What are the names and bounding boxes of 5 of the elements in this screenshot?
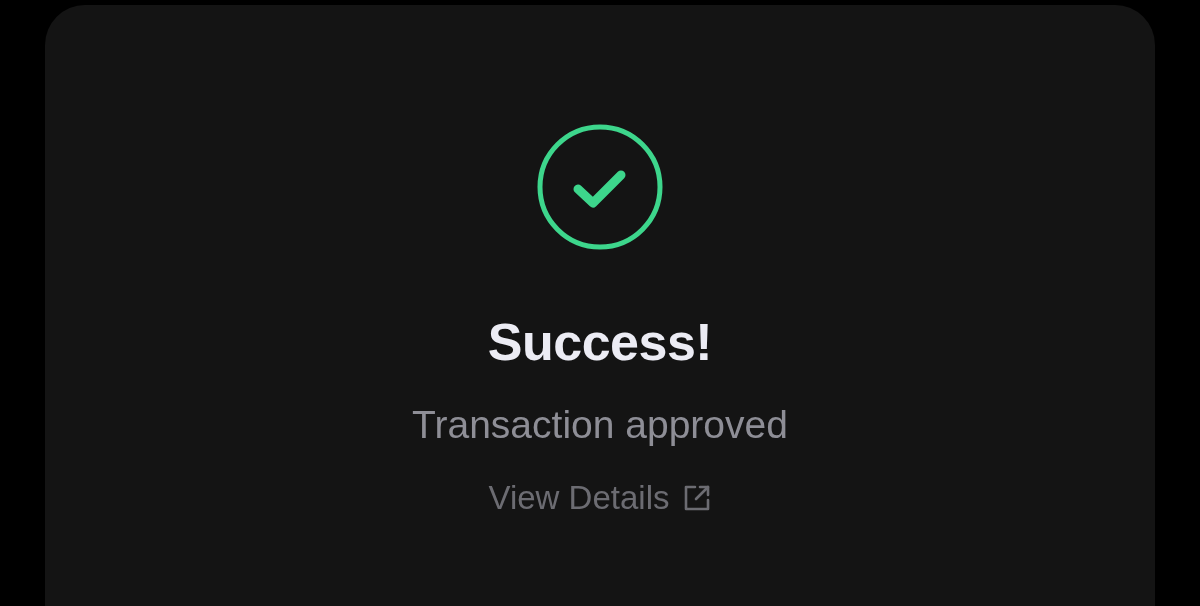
status-message: Transaction approved (412, 402, 788, 448)
success-title: Success! (487, 312, 713, 372)
check-circle-icon (537, 124, 663, 250)
view-details-link[interactable]: View Details (488, 478, 712, 518)
external-link-icon (683, 484, 712, 512)
